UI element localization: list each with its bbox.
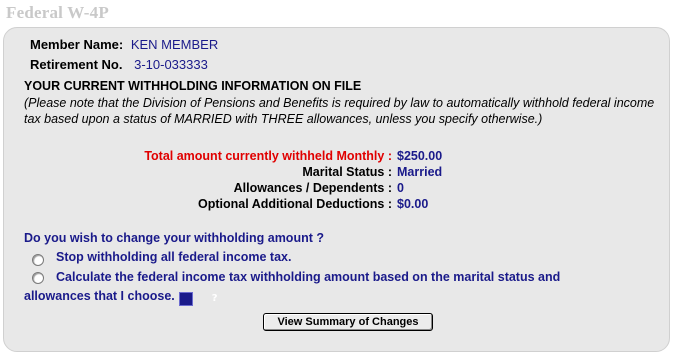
stop-withholding-radio[interactable]: [32, 254, 44, 266]
w4p-panel: Member Name: KEN MEMBER Retirement No. 3…: [3, 27, 670, 352]
page-title: Federal W-4P: [6, 3, 109, 22]
withholding-heading: YOUR CURRENT WITHHOLDING INFORMATION ON …: [24, 79, 362, 93]
retirement-number-row: Retirement No. 3-10-033333: [30, 57, 208, 72]
calculate-withholding-label[interactable]: Calculate the federal income tax withhol…: [24, 270, 560, 303]
retirement-number-label: Retirement No.: [30, 57, 123, 72]
stop-withholding-label[interactable]: Stop withholding all federal income tax.: [56, 248, 291, 267]
member-name-value: KEN MEMBER: [130, 37, 219, 52]
total-withheld-label: Total amount currently withheld Monthly …: [144, 149, 392, 163]
marital-status-value: Married: [397, 165, 443, 179]
additional-deductions-value: $0.00: [397, 197, 429, 211]
view-summary-button[interactable]: View Summary of Changes: [263, 313, 433, 331]
allowances-value: 0: [397, 181, 404, 195]
marital-status-label: Marital Status :: [302, 165, 392, 179]
member-name-row: Member Name: KEN MEMBER: [30, 37, 218, 52]
retirement-number-value: 3-10-033333: [134, 57, 208, 72]
allowances-label: Allowances / Dependents :: [233, 181, 392, 195]
additional-deductions-label: Optional Additional Deductions :: [198, 197, 392, 211]
member-name-label: Member Name:: [30, 37, 124, 52]
help-icon[interactable]: ?: [178, 292, 218, 306]
change-withholding-question: Do you wish to change your withholding a…: [24, 231, 324, 245]
total-withheld-value: $250.00: [397, 149, 443, 163]
withholding-notice: (Please note that the Division of Pensio…: [24, 96, 655, 126]
calculate-withholding-option[interactable]: Calculate the federal income tax withhol…: [24, 268, 624, 306]
